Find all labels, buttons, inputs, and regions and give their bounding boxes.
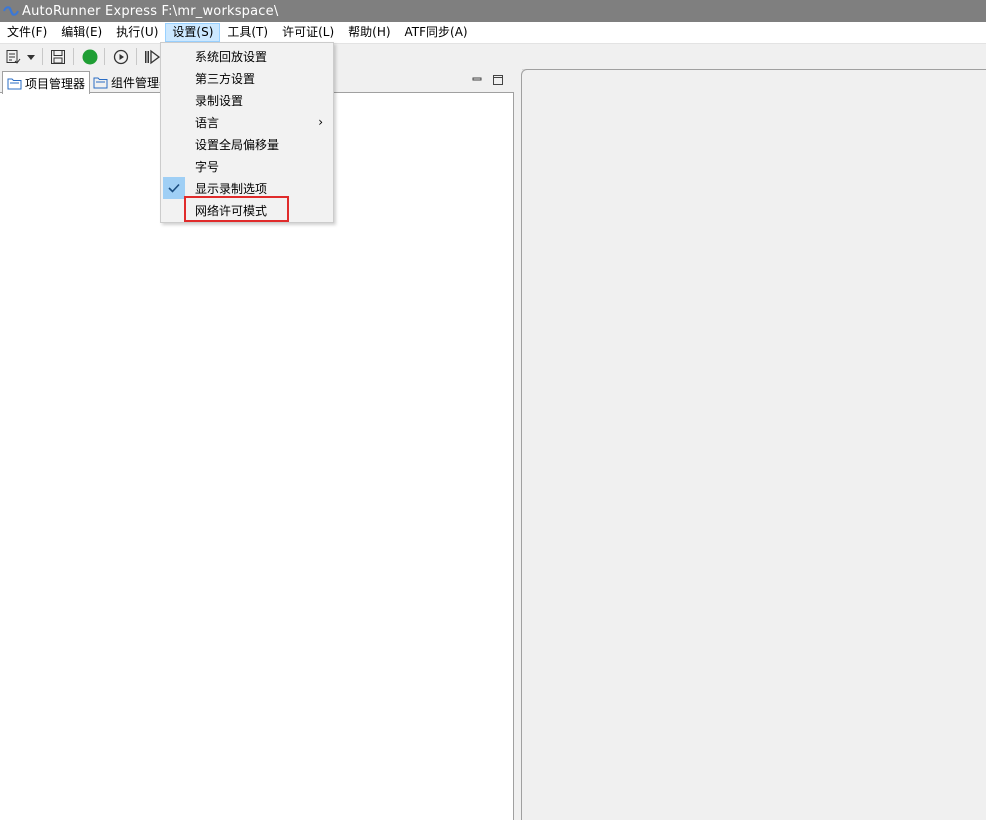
menu-atf-sync[interactable]: ATF同步(A) — [398, 23, 475, 42]
folder-icon — [93, 76, 108, 89]
record-icon — [82, 49, 98, 65]
new-script-button[interactable] — [4, 47, 22, 67]
menu-bar: 文件(F) 编辑(E) 执行(U) 设置(S) 工具(T) 许可证(L) 帮助(… — [0, 22, 986, 43]
tab-label: 项目管理器 — [25, 76, 86, 91]
maximize-panel-button[interactable] — [491, 73, 505, 87]
folder-icon — [7, 77, 22, 90]
step-play-icon — [145, 49, 160, 65]
app-logo-icon — [0, 0, 22, 22]
menu-item-record-settings[interactable]: 录制设置 — [161, 89, 333, 111]
menu-item-language[interactable]: 语言 › — [161, 111, 333, 133]
menu-file[interactable]: 文件(F) — [0, 23, 54, 42]
menu-item-font-size[interactable]: 字号 — [161, 155, 333, 177]
toolbar — [0, 43, 986, 70]
toolbar-separator — [42, 48, 43, 65]
checkmark-icon — [163, 177, 185, 199]
menu-run[interactable]: 执行(U) — [109, 23, 165, 42]
highlight-box — [184, 196, 289, 222]
chevron-down-icon — [27, 54, 35, 60]
toolbar-separator — [104, 48, 105, 65]
step-play-button[interactable] — [143, 47, 161, 67]
new-script-dropdown[interactable] — [24, 47, 38, 67]
editor-area — [521, 69, 986, 820]
new-script-icon — [6, 50, 21, 64]
toolbar-separator — [73, 48, 74, 65]
play-circle-icon — [113, 49, 129, 65]
minimize-icon — [472, 77, 482, 81]
menu-tools[interactable]: 工具(T) — [220, 23, 275, 42]
menu-item-global-offset[interactable]: 设置全局偏移量 — [161, 133, 333, 155]
settings-dropdown-menu: 系统回放设置 第三方设置 录制设置 语言 › 设置全局偏移量 字号 显示录制选项… — [160, 42, 334, 223]
record-button[interactable] — [80, 47, 100, 67]
save-button[interactable] — [49, 47, 67, 67]
chevron-right-icon: › — [318, 115, 323, 129]
toolbar-separator — [136, 48, 137, 65]
play-button[interactable] — [111, 47, 131, 67]
maximize-icon — [493, 75, 503, 85]
menu-item-system-playback-settings[interactable]: 系统回放设置 — [161, 45, 333, 67]
window-title: AutoRunner Express F:\mr_workspace\ — [22, 3, 279, 19]
tab-project-manager[interactable]: 项目管理器 — [2, 71, 91, 94]
minimize-panel-button[interactable] — [470, 73, 484, 87]
menu-help[interactable]: 帮助(H) — [341, 23, 397, 42]
menu-settings[interactable]: 设置(S) — [165, 23, 221, 42]
title-bar: AutoRunner Express F:\mr_workspace\ — [0, 0, 986, 22]
save-icon — [51, 50, 65, 64]
menu-item-third-party-settings[interactable]: 第三方设置 — [161, 67, 333, 89]
menu-license[interactable]: 许可证(L) — [275, 23, 341, 42]
menu-edit[interactable]: 编辑(E) — [54, 23, 109, 42]
